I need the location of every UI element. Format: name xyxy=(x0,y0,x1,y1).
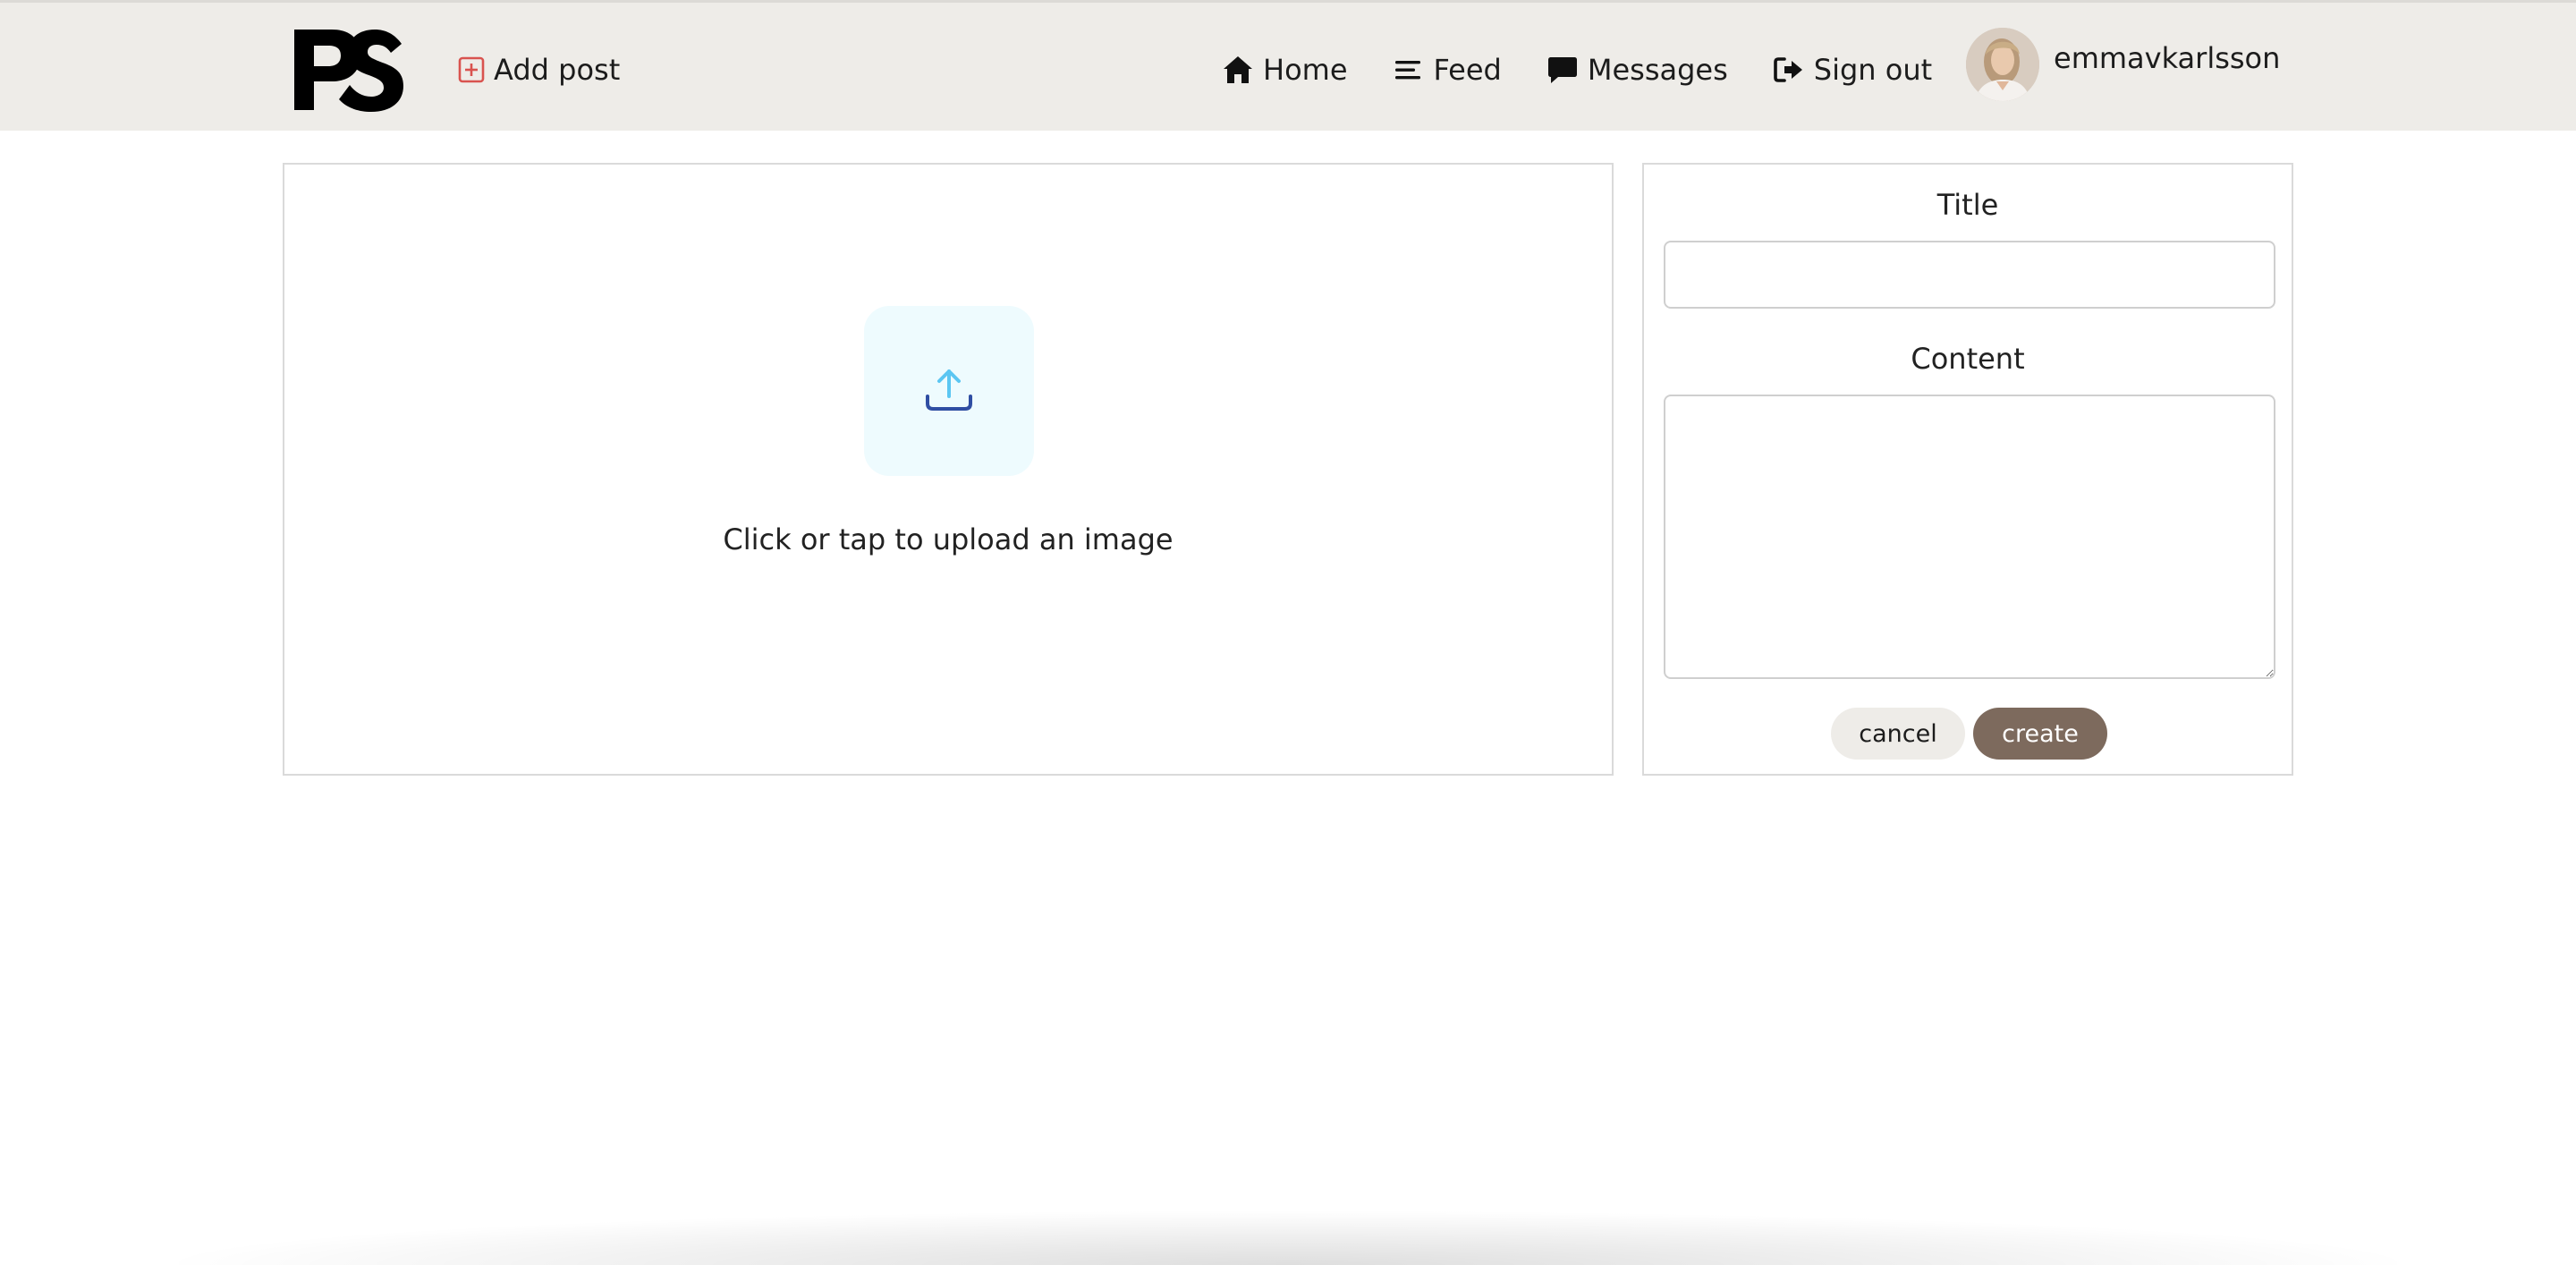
upload-icon xyxy=(926,369,972,411)
title-label: Title xyxy=(1936,188,1999,222)
navbar: Add post Home Feed Messages Sign out emm… xyxy=(0,0,2576,131)
nav-messages-label: Messages xyxy=(1587,53,1728,87)
home-icon xyxy=(1222,55,1254,85)
nav-home-label: Home xyxy=(1263,53,1348,87)
content-label: Content xyxy=(1911,342,2025,376)
add-post-label: Add post xyxy=(494,53,621,87)
avatar xyxy=(1966,28,2039,101)
content-textarea[interactable] xyxy=(1664,395,2275,679)
upload-icon-tile xyxy=(864,306,1034,476)
nav-feed-link[interactable]: Feed xyxy=(1393,53,1502,87)
nav-signout-label: Sign out xyxy=(1813,53,1933,87)
bottom-shadow xyxy=(179,1211,2397,1265)
brand-logo[interactable] xyxy=(292,26,405,112)
main-nav: Home Feed Messages Sign out xyxy=(1222,47,1964,92)
nav-messages-link[interactable]: Messages xyxy=(1546,53,1728,87)
nav-home-link[interactable]: Home xyxy=(1222,53,1348,87)
nav-feed-label: Feed xyxy=(1433,53,1502,87)
add-post-link[interactable]: Add post xyxy=(458,47,620,92)
create-button[interactable]: create xyxy=(1973,708,2107,760)
user-avatar-image xyxy=(1966,28,2039,101)
plus-square-icon xyxy=(458,56,485,83)
ps-logo-icon xyxy=(294,30,403,112)
image-upload-area[interactable]: Click or tap to upload an image xyxy=(283,163,1614,776)
profile-menu[interactable]: emmavkarlsson xyxy=(1966,28,2280,101)
upload-prompt: Click or tap to upload an image xyxy=(723,522,1174,556)
username: emmavkarlsson xyxy=(2054,41,2281,75)
title-input[interactable] xyxy=(1664,241,2275,309)
menu-lines-icon xyxy=(1393,55,1425,85)
post-form: Title Content cancel create xyxy=(1642,163,2293,776)
message-bubble-icon xyxy=(1546,55,1579,85)
sign-out-icon xyxy=(1773,55,1805,85)
cancel-button[interactable]: cancel xyxy=(1831,708,1965,760)
nav-signout-link[interactable]: Sign out xyxy=(1773,53,1932,87)
